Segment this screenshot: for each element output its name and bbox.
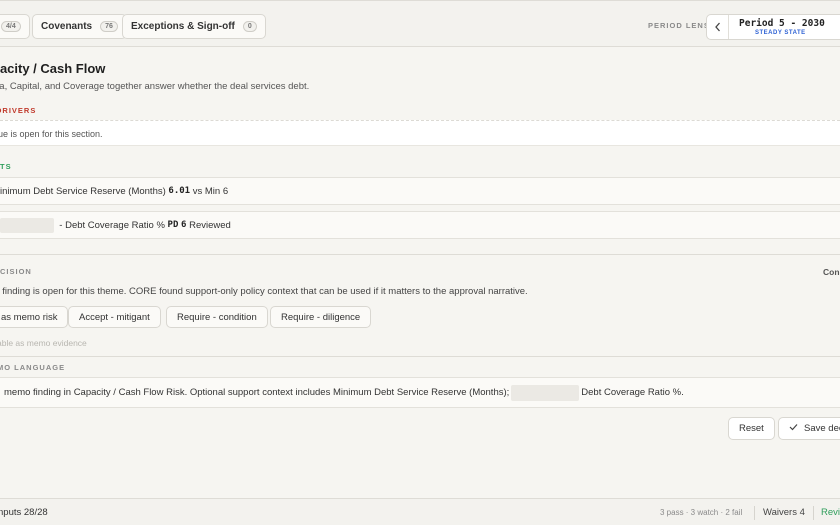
footer-summary: 3 pass · 3 watch · 2 fail (660, 508, 743, 517)
divider (0, 254, 840, 255)
list-item-text: inimum Debt Service Reserve (Months) (0, 185, 166, 197)
top-bar: 4/4 Covenants 76 Exceptions & Sign-off 0… (0, 0, 840, 47)
decision-right-label: Con (823, 267, 840, 277)
tab-partial-count: 4/4 (1, 21, 21, 32)
list-item[interactable]: - Debt Coverage Ratio % PD 6 Reviewed (0, 211, 840, 239)
list-item-code: PD (167, 220, 179, 230)
decision-text: t finding is open for this theme. CORE f… (0, 286, 528, 297)
footer-divider (813, 506, 814, 520)
page-title: pacity / Cash Flow (0, 61, 106, 76)
option-accept-mitigant-button[interactable]: Accept - mitigant (68, 306, 161, 328)
memo-text-before: memo finding in Capacity / Cash Flow Ris… (4, 387, 510, 398)
decision-heading: ECISION (0, 267, 32, 276)
redacted-block (511, 384, 580, 401)
option-require-diligence-button[interactable]: Require - diligence (270, 306, 372, 328)
memo-heading: MO LANGUAGE (0, 363, 66, 372)
footer-review-link[interactable]: Revi (821, 507, 840, 518)
tab-exceptions-count: 0 (242, 21, 257, 32)
footer-divider (754, 506, 755, 520)
period-lens-value: Period 5 - 2030 STEADY STATE (729, 15, 840, 39)
page-subtitle: na, Capital, and Coverage together answe… (0, 81, 310, 92)
list-item-value: 6.01 (168, 186, 191, 196)
option-memo-risk-button[interactable]: as memo risk (0, 306, 69, 328)
drivers-text: ue is open for this section. (0, 129, 103, 139)
tab-covenants-label: Covenants (41, 21, 93, 32)
drivers-heading: DRIVERS (0, 106, 37, 115)
period-lens-state: STEADY STATE (755, 30, 806, 36)
save-button-label: Save dec (804, 423, 840, 434)
list-item-suffix: vs Min 6 (192, 185, 229, 197)
main-content: pacity / Cash Flow na, Capital, and Cove… (0, 48, 840, 498)
footer-bar: nputs 28/28 3 pass · 3 watch · 2 fail Wa… (0, 498, 840, 525)
chevron-left-icon[interactable] (707, 15, 729, 39)
list-item[interactable]: inimum Debt Service Reserve (Months) 6.0… (0, 177, 840, 205)
divider (0, 356, 840, 357)
footer-inputs: nputs 28/28 (0, 507, 48, 518)
save-decision-button[interactable]: Save dec (778, 417, 840, 440)
footer-waivers[interactable]: Waivers 4 (763, 507, 805, 518)
period-lens-selector[interactable]: Period 5 - 2030 STEADY STATE (706, 14, 840, 40)
tab-partial[interactable]: 4/4 (0, 14, 30, 39)
check-icon (789, 423, 798, 434)
period-lens-label: PERIOD LENS (648, 21, 710, 30)
list-item-code-value: 6 (181, 220, 187, 230)
period-lens-period: Period 5 - 2030 (739, 18, 825, 29)
reset-button[interactable]: Reset (728, 417, 775, 440)
list-item-suffix: Reviewed (189, 219, 231, 231)
tab-covenants[interactable]: Covenants 76 (32, 14, 127, 39)
drivers-panel: ue is open for this section. (0, 120, 840, 146)
memo-text-after: Debt Coverage Ratio %. (581, 387, 684, 398)
tab-covenants-count: 76 (100, 21, 118, 32)
list-item-text: - Debt Coverage Ratio % (59, 219, 165, 231)
tab-exceptions[interactable]: Exceptions & Sign-off 0 (122, 14, 266, 39)
memo-language-text[interactable]: memo finding in Capacity / Cash Flow Ris… (0, 377, 840, 408)
redacted-block (0, 217, 54, 233)
evidence-hint: able as memo evidence (0, 338, 87, 348)
points-heading: TS (0, 162, 12, 171)
tab-exceptions-label: Exceptions & Sign-off (131, 21, 235, 32)
option-require-condition-button[interactable]: Require - condition (166, 306, 268, 328)
